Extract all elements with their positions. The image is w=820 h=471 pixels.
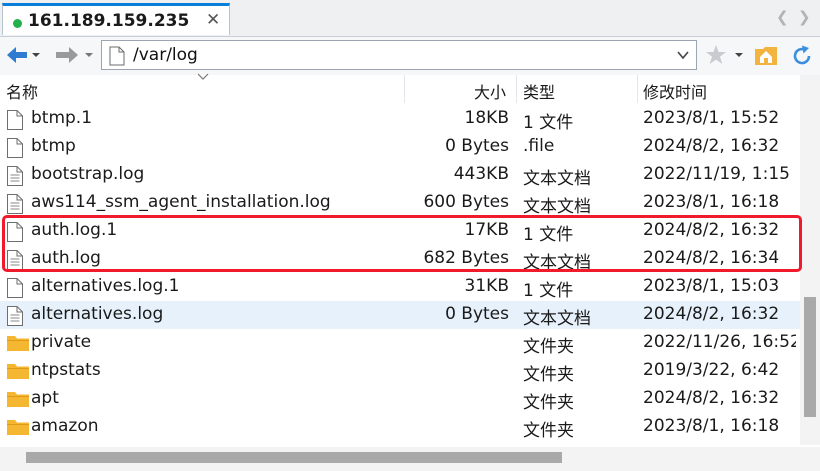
file-modified: 2022/11/19, 1:15 xyxy=(643,164,790,184)
file-type: 文件夹 xyxy=(523,365,574,385)
file-row[interactable]: alternatives.log 0 Bytes 文本文档 2024/8/2, 16:… xyxy=(0,301,800,329)
back-arrow-icon[interactable] xyxy=(5,43,41,67)
tab-bar: 161.189.159.235 ✕ ❮ ❯ xyxy=(0,0,820,37)
file-modified: 2024/8/2, 16:32 xyxy=(643,304,780,324)
file-row[interactable]: btmp.1 18KB 1 文件 2023/8/1, 15:52 xyxy=(0,105,800,133)
file-modified: 2024/8/2, 16:32 xyxy=(643,388,780,408)
file-type: 1 文件 xyxy=(523,281,574,301)
file-size: 31KB xyxy=(464,276,509,296)
file-size: 443KB xyxy=(453,164,509,184)
file-modified: 2024/8/2, 16:32 xyxy=(643,136,780,156)
file-type: .file xyxy=(523,136,555,156)
forward-arrow-icon[interactable] xyxy=(52,43,96,67)
file-icon xyxy=(6,137,24,163)
file-name: private xyxy=(31,332,92,352)
file-modified: 2023/8/1, 15:03 xyxy=(643,276,780,296)
file-type: 1 文件 xyxy=(523,113,574,133)
file-name: amazon xyxy=(31,416,99,436)
vertical-scroll-thumb[interactable] xyxy=(804,297,816,417)
file-type: 文件夹 xyxy=(523,393,574,413)
column-size[interactable]: 大小 xyxy=(474,79,506,103)
file-row[interactable]: aws114_ssm_agent_installation.log 600 Byt… xyxy=(0,189,800,217)
file-modified: 2019/3/22, 6:42 xyxy=(643,360,780,380)
file-icon xyxy=(6,109,24,135)
vertical-scrollbar[interactable] xyxy=(800,75,820,445)
chevron-down-icon[interactable] xyxy=(733,44,745,66)
highlight-box xyxy=(2,215,802,272)
file-size: 18KB xyxy=(464,108,509,128)
file-name: btmp xyxy=(31,136,76,156)
column-modified[interactable]: 修改时间 xyxy=(643,79,707,103)
file-name: ntpstats xyxy=(31,360,101,380)
file-row[interactable]: bootstrap.log 443KB 文本文档 2022/11/19, 1:15 xyxy=(0,161,800,189)
file-size: 600 Bytes xyxy=(423,192,509,212)
file-row[interactable]: ntpstats 文件夹 2019/3/22, 6:42 xyxy=(0,357,800,385)
scroll-left-icon[interactable]: ❮ xyxy=(776,8,789,26)
folder-icon xyxy=(6,361,30,385)
file-name: alternatives.log.1 xyxy=(31,276,180,296)
file-size: 0 Bytes xyxy=(445,304,509,324)
sort-indicator-icon xyxy=(197,73,209,80)
horizontal-scroll-thumb[interactable] xyxy=(26,452,562,463)
file-modified: 2023/8/1, 15:52 xyxy=(643,108,780,128)
file-icon xyxy=(109,46,125,66)
file-name: apt xyxy=(31,388,59,408)
folder-icon xyxy=(6,389,30,413)
file-type: 文件夹 xyxy=(523,421,574,441)
column-divider[interactable] xyxy=(637,75,638,103)
file-type: 文本文档 xyxy=(523,197,591,217)
file-row[interactable]: private 文件夹 2022/11/26, 16:52 xyxy=(0,329,800,357)
file-type: 文件夹 xyxy=(523,337,574,357)
file-row[interactable]: amazon 文件夹 2023/8/1, 16:18 xyxy=(0,413,800,441)
file-row[interactable]: apt 文件夹 2024/8/2, 16:32 xyxy=(0,385,800,413)
tab-title: 161.189.159.235 xyxy=(28,11,190,31)
scroll-right-icon[interactable]: ❯ xyxy=(798,8,811,26)
tab-server[interactable]: 161.189.159.235 ✕ xyxy=(2,3,230,35)
home-folder-icon[interactable] xyxy=(754,44,778,66)
file-name: bootstrap.log xyxy=(31,164,145,184)
text-file-icon xyxy=(6,305,24,331)
column-divider[interactable] xyxy=(516,75,517,103)
star-icon[interactable] xyxy=(705,44,727,66)
horizontal-scrollbar[interactable] xyxy=(0,447,820,471)
column-header: 名称 大小 类型 修改时间 xyxy=(0,73,800,103)
file-name: btmp.1 xyxy=(31,108,93,128)
refresh-icon[interactable] xyxy=(790,44,814,68)
file-type: 文本文档 xyxy=(523,309,591,329)
file-modified: 2023/8/1, 16:18 xyxy=(643,416,780,436)
file-modified: 2023/8/1, 16:18 xyxy=(643,192,780,212)
text-file-icon xyxy=(6,165,24,191)
address-bar[interactable]: /var/log xyxy=(101,40,697,70)
close-icon[interactable]: ✕ xyxy=(206,10,220,30)
file-row[interactable]: btmp 0 Bytes .file 2024/8/2, 16:32 xyxy=(0,133,800,161)
column-divider[interactable] xyxy=(404,75,405,103)
column-type[interactable]: 类型 xyxy=(523,79,555,103)
file-name: aws114_ssm_agent_installation.log xyxy=(31,192,331,212)
folder-icon xyxy=(6,417,30,441)
file-row[interactable]: alternatives.log.1 31KB 1 文件 2023/8/1, 15:0… xyxy=(0,273,800,301)
address-path: /var/log xyxy=(133,45,198,65)
file-icon xyxy=(6,277,24,303)
file-size: 0 Bytes xyxy=(445,136,509,156)
file-name: alternatives.log xyxy=(31,304,164,324)
file-type: 文本文档 xyxy=(523,169,591,189)
address-toolbar: /var/log xyxy=(0,37,820,75)
folder-icon xyxy=(6,333,30,357)
connection-status-icon xyxy=(13,19,22,28)
file-modified: 2022/11/26, 16:52 xyxy=(643,332,796,352)
column-name[interactable]: 名称 xyxy=(6,79,38,103)
file-list: 名称 大小 类型 修改时间 btmp.1 18KB 1 文件 2023/8/1, 15… xyxy=(0,73,820,471)
chevron-down-icon[interactable] xyxy=(676,48,690,62)
